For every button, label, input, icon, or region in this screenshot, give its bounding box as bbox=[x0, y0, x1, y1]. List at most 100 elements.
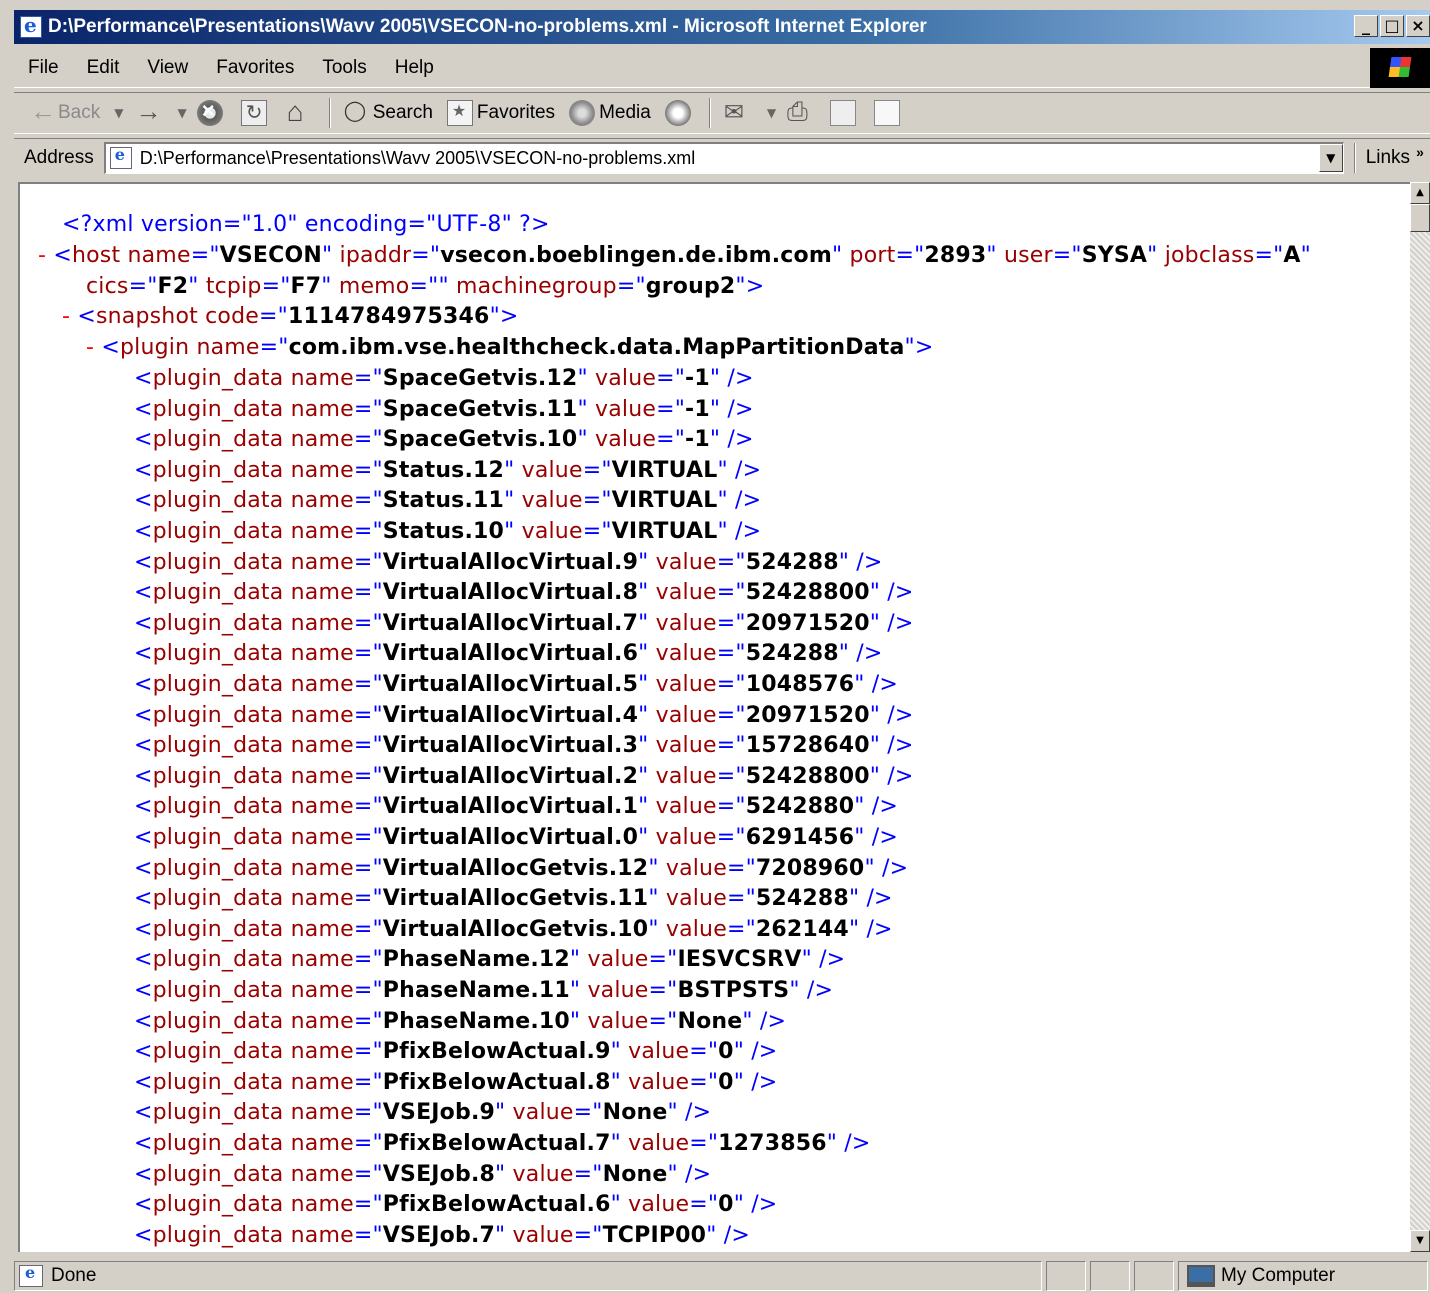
history-icon bbox=[664, 100, 691, 126]
plugin-data-row: <plugin_data name="PfixBelowActual.8" va… bbox=[134, 1070, 777, 1095]
attr-quote: =" bbox=[648, 947, 678, 972]
scroll-down-icon[interactable]: ▼ bbox=[1410, 1230, 1430, 1252]
menu-favorites[interactable]: Favorites bbox=[216, 57, 294, 79]
stop-button[interactable] bbox=[196, 98, 227, 126]
plugin-data-name: VirtualAllocVirtual.7 bbox=[382, 611, 639, 636]
attr-quote: =" bbox=[353, 1100, 383, 1125]
attr-quote: " bbox=[638, 580, 649, 605]
attr-quote: =" bbox=[689, 1131, 719, 1156]
attr-value-key: value bbox=[655, 794, 717, 819]
attr-name-key: name bbox=[290, 917, 354, 942]
address-value[interactable]: D:\Performance\Presentations\Wavv 2005\V… bbox=[140, 148, 696, 169]
attr-quote: " bbox=[638, 794, 649, 819]
print-icon bbox=[786, 96, 812, 128]
plugin-data-value: 1273856 bbox=[718, 1131, 827, 1156]
tag-open: < bbox=[134, 917, 153, 942]
attr-name-key: name bbox=[290, 1039, 354, 1064]
attr-quote: =" bbox=[353, 397, 383, 422]
attr-quote: =" bbox=[353, 917, 383, 942]
attr-value-key: value bbox=[628, 1131, 690, 1156]
attr-name-key: name bbox=[290, 366, 354, 391]
plugin-element: - <plugin name="com.ibm.vse.healthcheck.… bbox=[86, 335, 934, 360]
attr-name-key: name bbox=[290, 794, 354, 819]
tag-name: plugin_data bbox=[152, 1192, 284, 1217]
title-bar[interactable]: D:\Performance\Presentations\Wavv 2005\V… bbox=[14, 10, 1430, 44]
plugin-data-name: VirtualAllocVirtual.9 bbox=[382, 550, 639, 575]
menu-edit[interactable]: Edit bbox=[87, 57, 120, 79]
print-button[interactable] bbox=[786, 96, 816, 128]
attr-quote: =" bbox=[353, 550, 383, 575]
vertical-scrollbar[interactable]: ▲ ▼ bbox=[1410, 182, 1430, 1252]
menu-file[interactable]: File bbox=[28, 57, 59, 79]
address-input[interactable]: D:\Performance\Presentations\Wavv 2005\V… bbox=[103, 141, 1344, 174]
tag-open: < bbox=[134, 764, 153, 789]
edit-button[interactable] bbox=[830, 100, 860, 126]
security-zone[interactable]: My Computer bbox=[1178, 1260, 1428, 1291]
tag-open: < bbox=[134, 1009, 153, 1034]
attr-quote: =" bbox=[726, 917, 756, 942]
forward-button[interactable] bbox=[133, 96, 163, 127]
back-dropdown-icon[interactable]: ▼ bbox=[114, 106, 123, 120]
tag-open: < bbox=[134, 397, 153, 422]
plugin-data-row: <plugin_data name="VirtualAllocVirtual.0… bbox=[134, 825, 898, 850]
attr-value-key: value bbox=[655, 733, 717, 758]
attr-name-key: name bbox=[290, 825, 354, 850]
history-button[interactable] bbox=[664, 100, 695, 126]
menu-tools[interactable]: Tools bbox=[322, 57, 366, 79]
media-button[interactable]: Media bbox=[569, 100, 651, 126]
plugin-data-value: 7208960 bbox=[755, 856, 865, 881]
xml-document-view[interactable]: <?xml version="1.0" encoding="UTF-8" ?> … bbox=[18, 182, 1410, 1252]
plugin-data-value: VIRTUAL bbox=[611, 519, 718, 544]
plugin-data-value: 524288 bbox=[745, 641, 839, 666]
attr-name-key: name bbox=[290, 1131, 354, 1156]
close-button[interactable]: × bbox=[1406, 15, 1430, 37]
tag-name: plugin_data bbox=[152, 703, 284, 728]
attr-value-key: value bbox=[655, 672, 717, 697]
tag-open: < bbox=[134, 1192, 153, 1217]
search-button[interactable]: Search bbox=[343, 98, 433, 126]
address-dropdown-icon[interactable]: ▼ bbox=[1318, 143, 1343, 172]
links-chevron-icon[interactable]: » bbox=[1416, 144, 1424, 160]
tag-open: < bbox=[134, 856, 153, 881]
forward-dropdown-icon[interactable]: ▼ bbox=[177, 106, 186, 120]
attr-quote: =" bbox=[716, 550, 746, 575]
attr-quote: =" bbox=[353, 825, 383, 850]
tag-name: plugin_data bbox=[152, 611, 284, 636]
collapse-host-toggle[interactable]: - bbox=[38, 243, 53, 268]
attr-quote: =" bbox=[716, 733, 746, 758]
attr-quote: " bbox=[638, 703, 649, 728]
address-label: Address bbox=[24, 146, 94, 168]
ie-app-icon[interactable] bbox=[20, 13, 42, 38]
tag-name: plugin_data bbox=[152, 397, 284, 422]
mail-button[interactable] bbox=[723, 98, 753, 127]
scroll-up-icon[interactable]: ▲ bbox=[1410, 182, 1430, 204]
tag-name: plugin_data bbox=[152, 1223, 284, 1248]
tag-open: < bbox=[134, 703, 153, 728]
attr-quote: =" bbox=[353, 703, 383, 728]
attr-value-key: value bbox=[594, 397, 657, 422]
maximize-button[interactable]: □ bbox=[1380, 15, 1404, 37]
attr-value-key: value bbox=[521, 488, 583, 513]
discuss-button[interactable] bbox=[874, 100, 904, 126]
menu-help[interactable]: Help bbox=[395, 57, 434, 79]
menu-view[interactable]: View bbox=[147, 57, 188, 79]
mail-dropdown-icon[interactable]: ▼ bbox=[767, 106, 776, 120]
collapse-plugin-toggle[interactable]: - bbox=[86, 335, 101, 360]
status-text: Done bbox=[51, 1264, 97, 1286]
refresh-button[interactable] bbox=[240, 100, 271, 126]
favorites-button[interactable]: Favorites bbox=[446, 100, 555, 126]
tag-open: < bbox=[134, 978, 153, 1003]
attr-quote: =" bbox=[353, 366, 383, 391]
back-label: Back bbox=[58, 102, 101, 123]
collapse-snapshot-toggle[interactable]: - bbox=[62, 304, 77, 329]
plugin-data-value: IESVCSRV bbox=[677, 947, 802, 972]
scroll-thumb[interactable] bbox=[1410, 204, 1430, 232]
home-button[interactable] bbox=[285, 96, 315, 128]
back-arrow-icon bbox=[28, 96, 56, 127]
tag-open: < bbox=[134, 1131, 153, 1156]
links-button[interactable]: Links bbox=[1366, 147, 1410, 169]
back-button[interactable]: Back bbox=[28, 96, 101, 127]
minimize-button[interactable]: _ bbox=[1354, 15, 1378, 37]
tag-close: " /> bbox=[717, 519, 762, 544]
plugin-data-value: 20971520 bbox=[745, 703, 870, 728]
